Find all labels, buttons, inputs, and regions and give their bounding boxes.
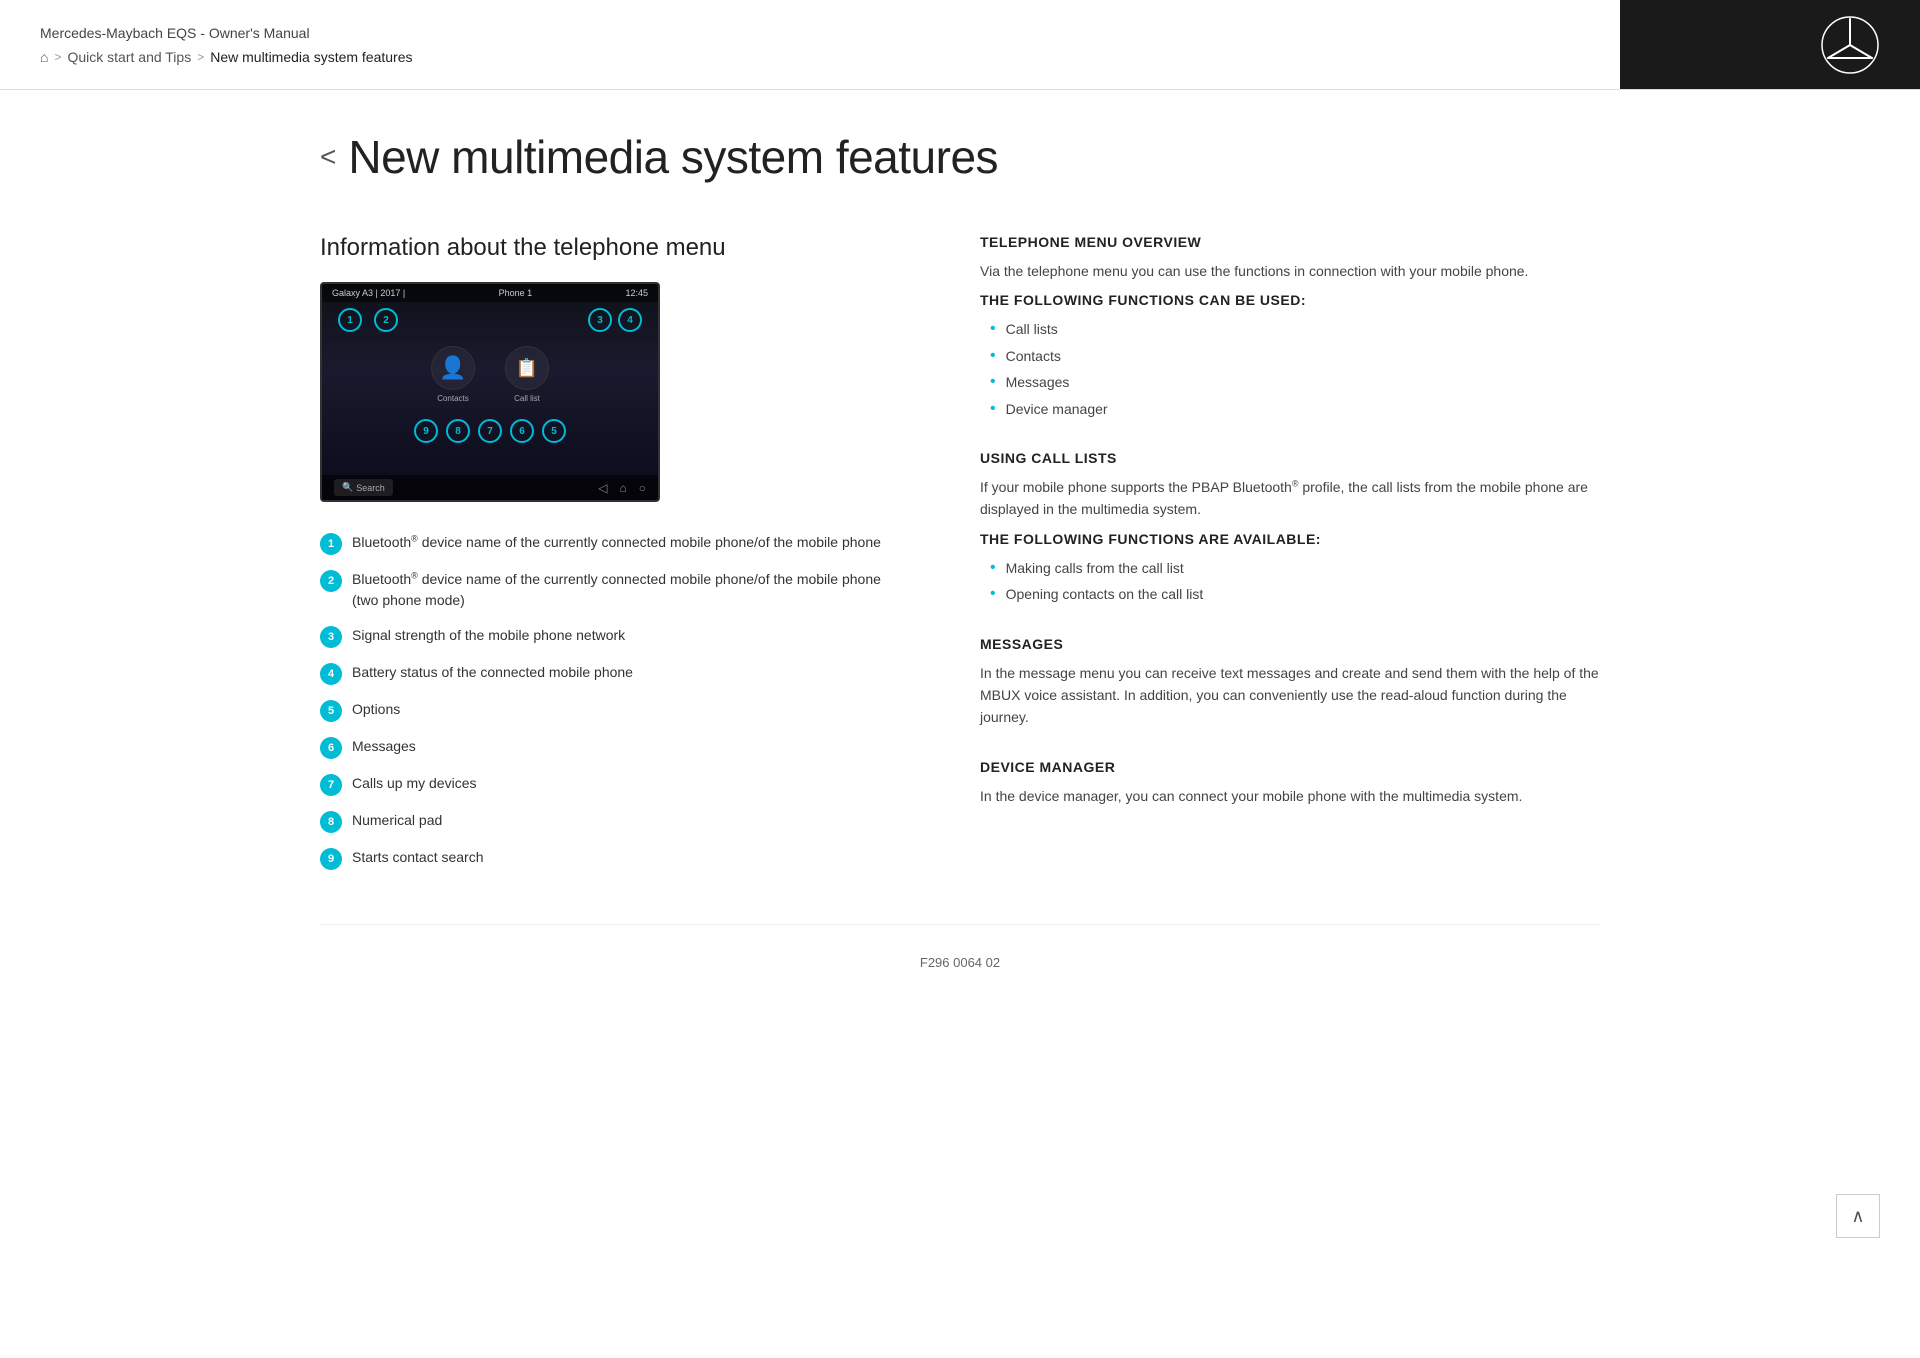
- bullet-item: Device manager: [980, 398, 1600, 420]
- phone-bottombar: 🔍 Search ◁ ⌂ ○: [322, 475, 658, 500]
- section-subtitle-functions: THE FOLLOWING FUNCTIONS CAN BE USED:: [980, 292, 1600, 308]
- page-title: New multimedia system features: [348, 130, 998, 184]
- circle-3: 3: [588, 308, 612, 332]
- left-section-heading: Information about the telephone menu: [320, 234, 900, 262]
- num-badge-4: 4: [320, 663, 342, 685]
- list-item-text-2: Bluetooth® device name of the currently …: [352, 569, 900, 611]
- breadcrumb-home-icon[interactable]: ⌂: [40, 49, 48, 65]
- section-title-device-manager: DEVICE MANAGER: [980, 759, 1600, 775]
- num-badge-2: 2: [320, 570, 342, 592]
- num-badge-3: 3: [320, 626, 342, 648]
- right-column: TELEPHONE MENU OVERVIEW Via the telephon…: [980, 234, 1600, 837]
- list-item-text-6: Messages: [352, 736, 416, 757]
- circle-7: 7: [478, 419, 502, 443]
- section-title-messages: MESSAGES: [980, 636, 1600, 652]
- page-content: < New multimedia system features Informa…: [260, 90, 1660, 1060]
- numbered-list: 1 Bluetooth® device name of the currentl…: [320, 532, 900, 870]
- list-item-text-4: Battery status of the connected mobile p…: [352, 662, 633, 683]
- list-item: 4 Battery status of the connected mobile…: [320, 662, 900, 685]
- num-badge-1: 1: [320, 533, 342, 555]
- bullet-list-functions: Call lists Contacts Messages Device mana…: [980, 318, 1600, 420]
- bullet-item: Messages: [980, 371, 1600, 393]
- list-item-text-9: Starts contact search: [352, 847, 484, 868]
- section-title-call-lists: USING CALL LISTS: [980, 450, 1600, 466]
- bullet-item: Making calls from the call list: [980, 557, 1600, 579]
- breadcrumb: ⌂ > Quick start and Tips > New multimedi…: [40, 49, 1580, 65]
- phone-calllist-icon: 📋 Call list: [505, 346, 549, 403]
- list-item: 1 Bluetooth® device name of the currentl…: [320, 532, 900, 555]
- list-item: 7 Calls up my devices: [320, 773, 900, 796]
- footer-code: F296 0064 02: [920, 955, 1000, 970]
- section-text-device-manager: In the device manager, you can connect y…: [980, 785, 1600, 807]
- breadcrumb-item-quickstart[interactable]: Quick start and Tips: [67, 49, 191, 65]
- footer: F296 0064 02: [320, 924, 1600, 1000]
- breadcrumb-sep-1: >: [54, 50, 61, 64]
- mercedes-logo: [1820, 15, 1880, 75]
- num-badge-7: 7: [320, 774, 342, 796]
- right-section-telephone-overview: TELEPHONE MENU OVERVIEW Via the telephon…: [980, 234, 1600, 420]
- list-item-text-7: Calls up my devices: [352, 773, 477, 794]
- circle-9: 9: [414, 419, 438, 443]
- header-left: Mercedes-Maybach EQS - Owner's Manual ⌂ …: [0, 0, 1620, 89]
- phone-device-name: Galaxy A3 | 2017 |: [332, 288, 405, 298]
- circle-nav-icon: ○: [639, 481, 646, 495]
- section-text-telephone-overview: Via the telephone menu you can use the f…: [980, 260, 1600, 282]
- circle-4: 4: [618, 308, 642, 332]
- scroll-up-button[interactable]: ∧: [1836, 1194, 1880, 1238]
- list-item-text-8: Numerical pad: [352, 810, 442, 831]
- two-column-layout: Information about the telephone menu Gal…: [320, 234, 1600, 884]
- phone-main-icons: 👤 Contacts 📋 Call list: [322, 332, 658, 417]
- breadcrumb-sep-2: >: [197, 50, 204, 64]
- right-section-messages: MESSAGES In the message menu you can rec…: [980, 636, 1600, 729]
- list-item-text-1: Bluetooth® device name of the currently …: [352, 532, 881, 553]
- page-header: Mercedes-Maybach EQS - Owner's Manual ⌂ …: [0, 0, 1920, 90]
- circle-2: 2: [374, 308, 398, 332]
- list-item: 3 Signal strength of the mobile phone ne…: [320, 625, 900, 648]
- phone-topbar: Galaxy A3 | 2017 | Phone 1 12:45: [322, 284, 658, 302]
- document-title: Mercedes-Maybach EQS - Owner's Manual: [40, 25, 1580, 41]
- phone-time: 12:45: [625, 288, 648, 298]
- list-item: 2 Bluetooth® device name of the currentl…: [320, 569, 900, 611]
- circle-6: 6: [510, 419, 534, 443]
- num-badge-6: 6: [320, 737, 342, 759]
- num-badge-9: 9: [320, 848, 342, 870]
- list-item-text-5: Options: [352, 699, 400, 720]
- section-title-telephone-overview: TELEPHONE MENU OVERVIEW: [980, 234, 1600, 250]
- circle-8: 8: [446, 419, 470, 443]
- circle-5: 5: [542, 419, 566, 443]
- phone-search-btn[interactable]: 🔍 Search: [334, 479, 393, 496]
- list-item: 6 Messages: [320, 736, 900, 759]
- back-nav-icon: ◁: [598, 481, 607, 495]
- list-item: 5 Options: [320, 699, 900, 722]
- back-arrow-icon[interactable]: <: [320, 141, 336, 173]
- section-subtitle-available: THE FOLLOWING FUNCTIONS ARE AVAILABLE:: [980, 531, 1600, 547]
- num-badge-5: 5: [320, 700, 342, 722]
- phone-ui-mockup: Galaxy A3 | 2017 | Phone 1 12:45 1 2 3 4: [320, 282, 660, 502]
- header-logo-area: [1620, 0, 1920, 89]
- right-section-device-manager: DEVICE MANAGER In the device manager, yo…: [980, 759, 1600, 807]
- phone-ui-inner: Galaxy A3 | 2017 | Phone 1 12:45 1 2 3 4: [322, 284, 658, 500]
- search-icon: 🔍: [342, 482, 353, 493]
- list-item-text-3: Signal strength of the mobile phone netw…: [352, 625, 625, 646]
- bullet-list-available: Making calls from the call list Opening …: [980, 557, 1600, 606]
- list-item: 9 Starts contact search: [320, 847, 900, 870]
- bullet-item: Call lists: [980, 318, 1600, 340]
- phone-contacts-icon: 👤 Contacts: [431, 346, 475, 403]
- phone-nav-icons: ◁ ⌂ ○: [598, 481, 646, 495]
- circle-1: 1: [338, 308, 362, 332]
- section-text-messages: In the message menu you can receive text…: [980, 662, 1600, 729]
- num-badge-8: 8: [320, 811, 342, 833]
- bullet-item: Opening contacts on the call list: [980, 583, 1600, 605]
- phone-phone-label: Phone 1: [499, 288, 533, 298]
- list-item: 8 Numerical pad: [320, 810, 900, 833]
- bullet-item: Contacts: [980, 345, 1600, 367]
- left-column: Information about the telephone menu Gal…: [320, 234, 900, 884]
- home-nav-icon: ⌂: [620, 481, 627, 495]
- page-title-row: < New multimedia system features: [320, 130, 1600, 184]
- section-text-call-lists: If your mobile phone supports the PBAP B…: [980, 476, 1600, 521]
- breadcrumb-current: New multimedia system features: [210, 49, 412, 65]
- right-section-call-lists: USING CALL LISTS If your mobile phone su…: [980, 450, 1600, 606]
